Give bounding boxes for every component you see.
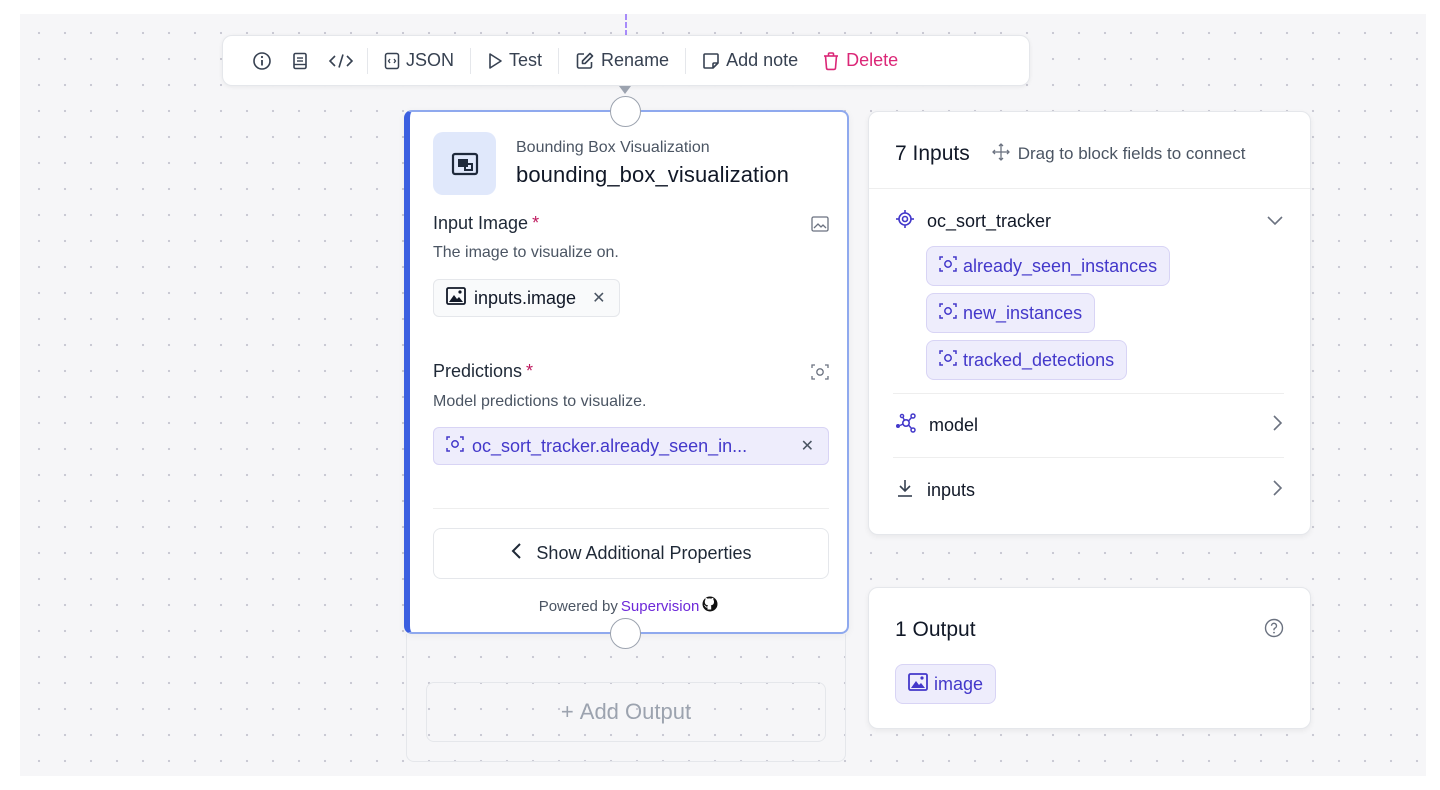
predictions-description: Model predictions to visualize.: [433, 393, 647, 410]
toolbar-divider: [685, 47, 687, 74]
docs-button[interactable]: [281, 46, 319, 76]
drag-hint-text: Drag to block fields to connect: [1017, 144, 1246, 163]
input-group-model[interactable]: model: [895, 410, 1284, 440]
code-icon: [328, 51, 354, 71]
chevron-down-icon: [1266, 211, 1284, 232]
input-image-description: The image to visualize on.: [433, 244, 619, 261]
detections-icon: [939, 302, 957, 325]
input-image-value: inputs.image: [474, 287, 577, 308]
bounding-box-icon: [433, 132, 496, 195]
detections-icon: [939, 349, 957, 372]
output-chip-label: tracked_detections: [963, 349, 1115, 370]
output-chip-tracked-detections[interactable]: tracked_detections: [926, 340, 1128, 380]
trash-icon: [822, 51, 840, 71]
rename-button[interactable]: Rename: [563, 46, 681, 76]
required-mark: *: [526, 361, 534, 381]
inputs-panel: 7 Inputs Drag to block fields to connect…: [868, 111, 1311, 535]
note-icon: [702, 52, 720, 70]
model-network-icon: [895, 412, 917, 438]
node-header: Bounding Box Visualization bounding_box_…: [433, 132, 789, 195]
divider: [893, 457, 1284, 458]
tracker-target-icon: [895, 209, 915, 234]
info-icon: [252, 51, 272, 71]
delete-label: Delete: [846, 50, 899, 70]
predictions-value: oc_sort_tracker.already_seen_in...: [472, 435, 748, 456]
group-name: model: [929, 414, 979, 435]
chevron-right-icon: [1272, 414, 1284, 437]
test-button[interactable]: Test: [475, 46, 554, 76]
block-name: bounding_box_visualization: [516, 162, 789, 187]
predictions-chip[interactable]: oc_sort_tracker.already_seen_in... ✕: [433, 427, 829, 465]
drag-hint: Drag to block fields to connect: [991, 142, 1246, 166]
inputs-panel-header: 7 Inputs Drag to block fields to connect: [895, 142, 1245, 166]
toolbar-divider: [367, 47, 368, 74]
detections-icon: [939, 255, 957, 278]
delete-button[interactable]: Delete: [810, 46, 910, 76]
detections-icon: [446, 435, 464, 458]
inputs-count-title: 7 Inputs: [895, 142, 970, 165]
block-node-card[interactable]: Bounding Box Visualization bounding_box_…: [404, 110, 849, 634]
show-more-label: Show Additional Properties: [536, 543, 752, 563]
output-chip-label: already_seen_instances: [963, 255, 1158, 276]
test-label: Test: [509, 50, 543, 70]
outputs-count-title: 1 Output: [895, 618, 976, 641]
supervision-link[interactable]: Supervision: [621, 598, 699, 615]
divider: [893, 393, 1284, 394]
code-button[interactable]: [319, 46, 363, 76]
json-label: JSON: [406, 50, 455, 70]
remove-predictions-button[interactable]: ✕: [801, 436, 814, 456]
powered-by-prefix: Powered by: [538, 597, 618, 615]
plus-icon: +: [560, 699, 574, 724]
info-button[interactable]: [243, 46, 281, 76]
output-chip-label: image: [934, 673, 984, 694]
output-chip-new-instances[interactable]: new_instances: [926, 293, 1096, 333]
input-image-chip[interactable]: inputs.image ✕: [433, 279, 621, 317]
image-icon: [446, 286, 466, 310]
help-icon[interactable]: [1264, 618, 1284, 643]
add-note-button[interactable]: Add note: [690, 46, 810, 76]
play-icon: [487, 52, 503, 70]
input-image-label: Input Image *: [433, 213, 540, 233]
remove-input-image-button[interactable]: ✕: [592, 288, 605, 308]
outputs-panel: 1 Output image: [868, 587, 1311, 729]
chevron-right-icon: [1272, 479, 1284, 502]
detections-icon: [811, 363, 829, 386]
output-chip-image[interactable]: image: [895, 664, 997, 704]
toolbar-divider: [470, 47, 472, 74]
incoming-arrow: [619, 86, 631, 94]
add-output-button[interactable]: + Add Output: [426, 682, 826, 742]
block-toolbar: JSON Test Rename Add note Delete: [222, 35, 1030, 86]
move-icon: [991, 142, 1010, 166]
divider: [433, 508, 829, 509]
output-port[interactable]: [610, 618, 641, 649]
chevron-left-icon: [510, 542, 522, 565]
powered-by: Powered by Supervision: [410, 596, 847, 616]
output-chip-label: new_instances: [963, 302, 1083, 323]
image-icon: [908, 672, 928, 696]
group-name: oc_sort_tracker: [927, 210, 1052, 231]
edit-icon: [575, 51, 595, 71]
rename-label: Rename: [601, 50, 670, 70]
required-mark: *: [532, 213, 540, 233]
document-icon: [290, 51, 310, 71]
connection-edge: [625, 14, 627, 36]
input-group-inputs[interactable]: inputs: [895, 475, 1284, 505]
json-file-icon: [384, 52, 400, 70]
toolbar-divider: [558, 47, 560, 74]
divider: [869, 188, 1310, 189]
github-icon: [702, 596, 718, 616]
show-additional-properties-button[interactable]: Show Additional Properties: [433, 528, 829, 579]
add-note-label: Add note: [726, 50, 799, 70]
input-group-oc-sort-tracker[interactable]: oc_sort_tracker: [895, 206, 1284, 236]
predictions-label: Predictions *: [433, 361, 534, 381]
add-output-label: Add Output: [579, 699, 692, 724]
download-icon: [895, 478, 915, 503]
group-name: inputs: [927, 479, 976, 500]
block-type-label: Bounding Box Visualization: [516, 139, 710, 156]
input-port[interactable]: [610, 96, 641, 127]
image-icon: [811, 216, 829, 237]
json-button[interactable]: JSON: [372, 46, 466, 76]
output-chip-already-seen-instances[interactable]: already_seen_instances: [926, 246, 1171, 286]
